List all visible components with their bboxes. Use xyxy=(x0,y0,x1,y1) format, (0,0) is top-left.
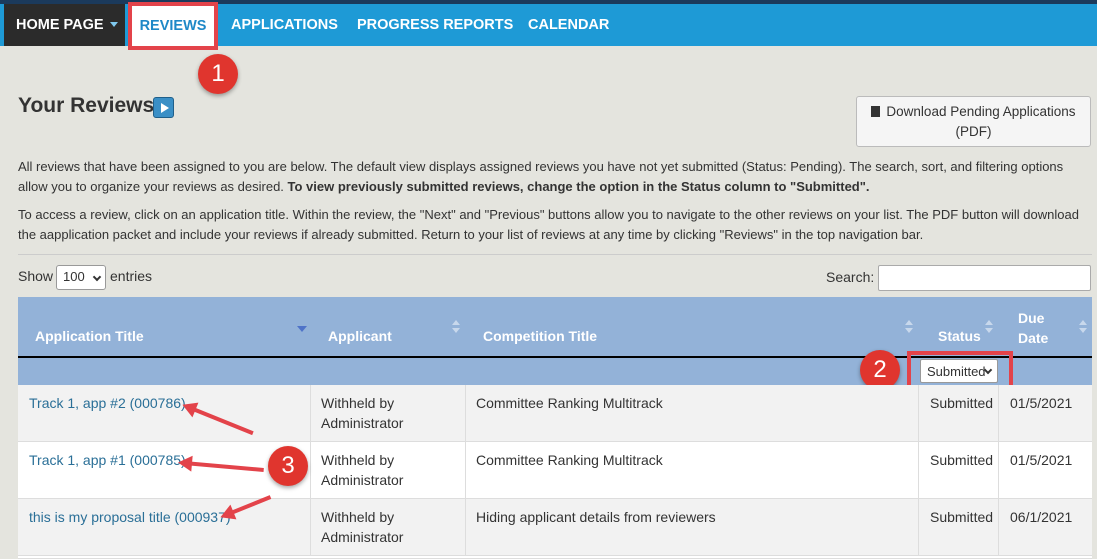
download-button-label: Download Pending Applications (PDF) xyxy=(886,104,1076,139)
search-label: Search: xyxy=(826,269,875,285)
cell-applicant: Withheld by Administrator xyxy=(310,499,465,555)
chevron-down-icon xyxy=(92,272,102,282)
annotation-badge-3: 3 xyxy=(268,446,308,486)
application-title-link[interactable]: this is my proposal title (000937) xyxy=(29,509,231,525)
intro-bold-text: To view previously submitted reviews, ch… xyxy=(287,179,870,194)
cell-application-title: Track 1, app #2 (000786) xyxy=(18,385,310,441)
access-paragraph: To access a review, click on an applicat… xyxy=(18,207,1079,242)
annotation-badge-1: 1 xyxy=(198,54,238,94)
nav-reviews[interactable]: REVIEWS xyxy=(128,2,218,50)
application-title-link[interactable]: Track 1, app #1 (000785) xyxy=(29,452,186,468)
cell-due-date: 01/5/2021 xyxy=(998,442,1092,498)
search-input[interactable] xyxy=(878,265,1091,291)
header-label: Status xyxy=(938,328,981,344)
application-title-link[interactable]: Track 1, app #2 (000786) xyxy=(29,395,186,411)
play-video-icon[interactable] xyxy=(153,97,174,118)
table-header: Application Title Applicant Competition … xyxy=(18,297,1092,358)
sort-up-icon xyxy=(985,320,993,325)
document-icon xyxy=(871,106,881,117)
header-label: Application Title xyxy=(35,328,144,344)
cell-applicant: Withheld by Administrator xyxy=(310,385,465,441)
intro-paragraph: All reviews that have been assigned to y… xyxy=(18,157,1086,197)
sort-up-icon xyxy=(1079,320,1087,325)
page-title: Your Reviews xyxy=(18,94,155,117)
cell-status: Submitted xyxy=(918,499,998,555)
download-pending-pdf-button[interactable]: Download Pending Applications (PDF) xyxy=(856,96,1091,147)
cell-due-date: 01/5/2021 xyxy=(998,385,1092,441)
column-header-applicant[interactable]: Applicant xyxy=(310,297,465,356)
cell-competition-title: Committee Ranking Multitrack xyxy=(465,385,918,441)
sort-desc-icon xyxy=(297,326,307,332)
sort-down-icon xyxy=(452,328,460,333)
cell-status: Submitted xyxy=(918,385,998,441)
table-row: this is my proposal title (000937) Withh… xyxy=(18,499,1092,556)
column-header-competition-title[interactable]: Competition Title xyxy=(465,297,918,356)
cell-competition-title: Hiding applicant details from reviewers xyxy=(465,499,918,555)
cell-due-date: 06/1/2021 xyxy=(998,499,1092,555)
nav-home-label: HOME PAGE xyxy=(16,17,104,33)
column-header-due-date[interactable]: Due Date xyxy=(998,297,1092,356)
annotation-badge-2: 2 xyxy=(860,350,900,390)
nav-calendar[interactable]: CALENDAR xyxy=(528,4,609,46)
sort-down-icon xyxy=(985,328,993,333)
sort-up-icon xyxy=(452,320,460,325)
entries-label: entries xyxy=(110,268,153,284)
cell-competition-title: Committee Ranking Multitrack xyxy=(465,442,918,498)
entries-per-page-value: 100 xyxy=(63,269,85,284)
header-label: Due Date xyxy=(1018,310,1049,346)
show-label: Show xyxy=(18,268,54,284)
nav-home-page[interactable]: HOME PAGE xyxy=(4,4,125,46)
cell-applicant: Withheld by Administrator xyxy=(310,442,465,498)
cell-application-title: Track 1, app #1 (000785) xyxy=(18,442,310,498)
column-header-application-title[interactable]: Application Title xyxy=(18,297,310,356)
sort-down-icon xyxy=(1079,328,1087,333)
sort-down-icon xyxy=(905,328,913,333)
header-label: Competition Title xyxy=(483,328,598,344)
nav-progress-reports[interactable]: PROGRESS REPORTS xyxy=(357,4,513,46)
column-header-status[interactable]: Status xyxy=(918,297,998,356)
entries-per-page-select[interactable]: 100 xyxy=(56,265,106,290)
sort-up-icon xyxy=(905,320,913,325)
table-row: Track 1, app #2 (000786) Withheld by Adm… xyxy=(18,385,1092,442)
nav-applications[interactable]: APPLICATIONS xyxy=(231,4,338,46)
caret-down-icon xyxy=(110,22,118,27)
header-label: Applicant xyxy=(328,328,392,344)
cell-status: Submitted xyxy=(918,442,998,498)
cell-application-title: this is my proposal title (000937) xyxy=(18,499,310,555)
divider xyxy=(18,254,1092,255)
